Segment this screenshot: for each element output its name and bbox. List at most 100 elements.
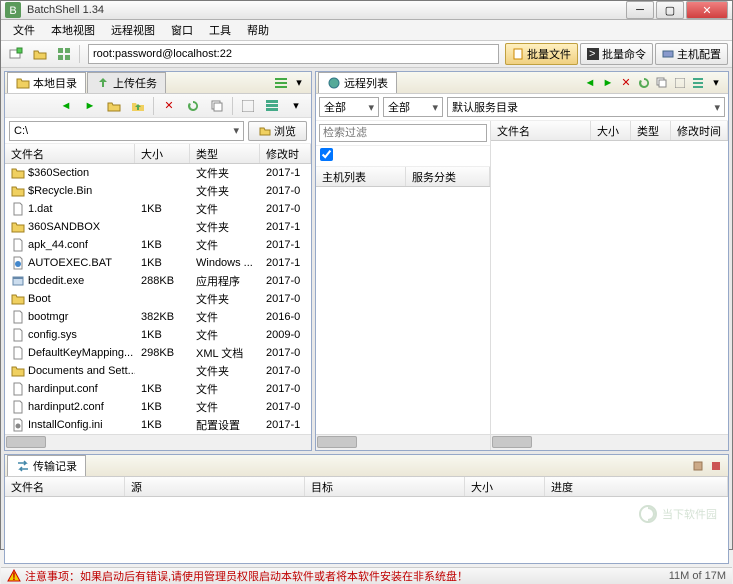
up-icon[interactable]: [127, 95, 149, 117]
host-config-button[interactable]: 主机配置: [655, 43, 728, 65]
menu-file[interactable]: 文件: [5, 20, 43, 40]
back-icon[interactable]: ◄: [55, 95, 77, 117]
forward-icon[interactable]: ►: [79, 95, 101, 117]
col-dst[interactable]: 目标: [305, 477, 465, 496]
grid-icon[interactable]: [53, 43, 75, 65]
delete-icon[interactable]: ✕: [618, 75, 634, 91]
local-panel: 本地目录 上传任务 ▾ ◄ ► ✕: [4, 71, 312, 451]
transfer-panel: 传输记录 文件名 源 目标 大小 进度: [4, 454, 729, 564]
file-row[interactable]: 360SANDBOX文件夹2017-1: [5, 218, 311, 236]
col-src[interactable]: 源: [125, 477, 305, 496]
col-host[interactable]: 主机列表: [316, 167, 406, 186]
menu-help[interactable]: 帮助: [239, 20, 277, 40]
list-view-icon[interactable]: [273, 75, 289, 91]
file-row[interactable]: Documents and Sett...文件夹2017-0: [5, 362, 311, 380]
open-icon[interactable]: [29, 43, 51, 65]
file-row[interactable]: config.sys1KB文件2009-0: [5, 326, 311, 344]
remote-file-list[interactable]: [491, 141, 728, 434]
file-row[interactable]: $Recycle.Bin文件夹2017-0: [5, 182, 311, 200]
new-tab-icon[interactable]: [5, 43, 27, 65]
view2-icon[interactable]: [261, 95, 283, 117]
back-icon[interactable]: ◄: [582, 75, 598, 91]
file-row[interactable]: DefaultKeyMapping...298KBXML 文档2017-0: [5, 344, 311, 362]
refresh-icon[interactable]: [182, 95, 204, 117]
hscrollbar[interactable]: [5, 434, 311, 450]
tab-remote-list[interactable]: 远程列表: [318, 72, 397, 93]
maximize-button[interactable]: ▢: [656, 1, 684, 19]
stop-icon[interactable]: [708, 458, 724, 474]
tab-upload-task[interactable]: 上传任务: [87, 72, 166, 93]
svg-text:B: B: [9, 5, 16, 17]
host-list[interactable]: [316, 187, 490, 434]
default-dir-combo[interactable]: 默认服务目录: [447, 97, 725, 117]
folder-open-icon[interactable]: [103, 95, 125, 117]
warning-icon: !: [7, 569, 21, 583]
view-dropdown-icon[interactable]: ▾: [708, 75, 724, 91]
clear-icon[interactable]: [690, 458, 706, 474]
tab-local-dir[interactable]: 本地目录: [7, 72, 86, 93]
col-mtime[interactable]: 修改时间: [671, 121, 728, 140]
batch-file-button[interactable]: 批量文件: [505, 43, 578, 65]
filter2-combo[interactable]: 全部: [383, 97, 443, 117]
transfer-list[interactable]: [5, 497, 728, 563]
col-type[interactable]: 类型: [190, 144, 260, 163]
view-icon[interactable]: [237, 95, 259, 117]
col-name[interactable]: 文件名: [491, 121, 591, 140]
file-row[interactable]: bootmgr382KB文件2016-0: [5, 308, 311, 326]
path-combo[interactable]: C:\: [9, 121, 244, 141]
tab-transfer-log[interactable]: 传输记录: [7, 455, 86, 476]
forward-icon[interactable]: ►: [600, 75, 616, 91]
menu-local-view[interactable]: 本地视图: [43, 20, 103, 40]
refresh-icon[interactable]: [636, 75, 652, 91]
delete-icon[interactable]: ✕: [158, 95, 180, 117]
list-view-icon[interactable]: [690, 75, 706, 91]
file-row[interactable]: bcdedit.exe288KB应用程序2017-0: [5, 272, 311, 290]
copy-icon[interactable]: [654, 75, 670, 91]
main-toolbar: 批量文件 >批量命令 主机配置: [1, 41, 732, 68]
copy-icon[interactable]: [206, 95, 228, 117]
col-name[interactable]: 文件名: [5, 477, 125, 496]
filter-checkbox[interactable]: [320, 148, 333, 161]
search-filter-input[interactable]: [319, 124, 487, 142]
view-dropdown-icon[interactable]: ▾: [285, 95, 307, 117]
file-row[interactable]: AUTOEXEC.BAT1KBWindows ...2017-1: [5, 254, 311, 272]
file-row[interactable]: hardinput.conf1KB文件2017-0: [5, 380, 311, 398]
file-row[interactable]: $360Section文件夹2017-1: [5, 164, 311, 182]
folder-icon: [16, 76, 30, 90]
col-size[interactable]: 大小: [465, 477, 545, 496]
remote-panel: 远程列表 ◄ ► ✕ ▾ 全部 全部: [315, 71, 729, 451]
filter1-combo[interactable]: 全部: [319, 97, 379, 117]
transfer-icon: [16, 459, 30, 473]
local-file-list[interactable]: $360Section文件夹2017-1$Recycle.Bin文件夹2017-…: [5, 164, 311, 434]
batch-cmd-button[interactable]: >批量命令: [580, 43, 653, 65]
col-size[interactable]: 大小: [591, 121, 631, 140]
file-icon: [512, 48, 524, 60]
minimize-button[interactable]: ─: [626, 1, 654, 19]
menu-tools[interactable]: 工具: [201, 20, 239, 40]
browse-button[interactable]: 浏览: [248, 121, 307, 141]
file-row[interactable]: 1.dat1KB文件2017-0: [5, 200, 311, 218]
col-type[interactable]: 类型: [631, 121, 671, 140]
titlebar: B BatchShell 1.34 ─ ▢ ✕: [1, 1, 732, 20]
host-icon: [662, 48, 674, 60]
dropdown-icon[interactable]: ▾: [291, 75, 307, 91]
file-row[interactable]: InstallConfig.ini1KB配置设置2017-1: [5, 416, 311, 434]
col-progress[interactable]: 进度: [545, 477, 728, 496]
file-row[interactable]: apk_44.conf1KB文件2017-1: [5, 236, 311, 254]
menu-window[interactable]: 窗口: [163, 20, 201, 40]
col-mtime[interactable]: 修改时: [260, 144, 311, 163]
col-svc[interactable]: 服务分类: [406, 167, 490, 186]
file-row[interactable]: Boot文件夹2017-0: [5, 290, 311, 308]
view-icon[interactable]: [672, 75, 688, 91]
address-bar: [88, 44, 499, 64]
col-size[interactable]: 大小: [135, 144, 190, 163]
hscrollbar[interactable]: [316, 434, 490, 450]
warning-message: ! 注意事项：如果启动后有错误,请使用管理员权限启动本软件或者将本软件安装在非系…: [7, 568, 468, 584]
window-title: BatchShell 1.34: [27, 4, 626, 16]
hscrollbar[interactable]: [491, 434, 728, 450]
menu-remote-view[interactable]: 远程视图: [103, 20, 163, 40]
address-input[interactable]: [88, 44, 499, 64]
file-row[interactable]: hardinput2.conf1KB文件2017-0: [5, 398, 311, 416]
col-name[interactable]: 文件名: [5, 144, 135, 163]
close-button[interactable]: ✕: [686, 1, 728, 19]
